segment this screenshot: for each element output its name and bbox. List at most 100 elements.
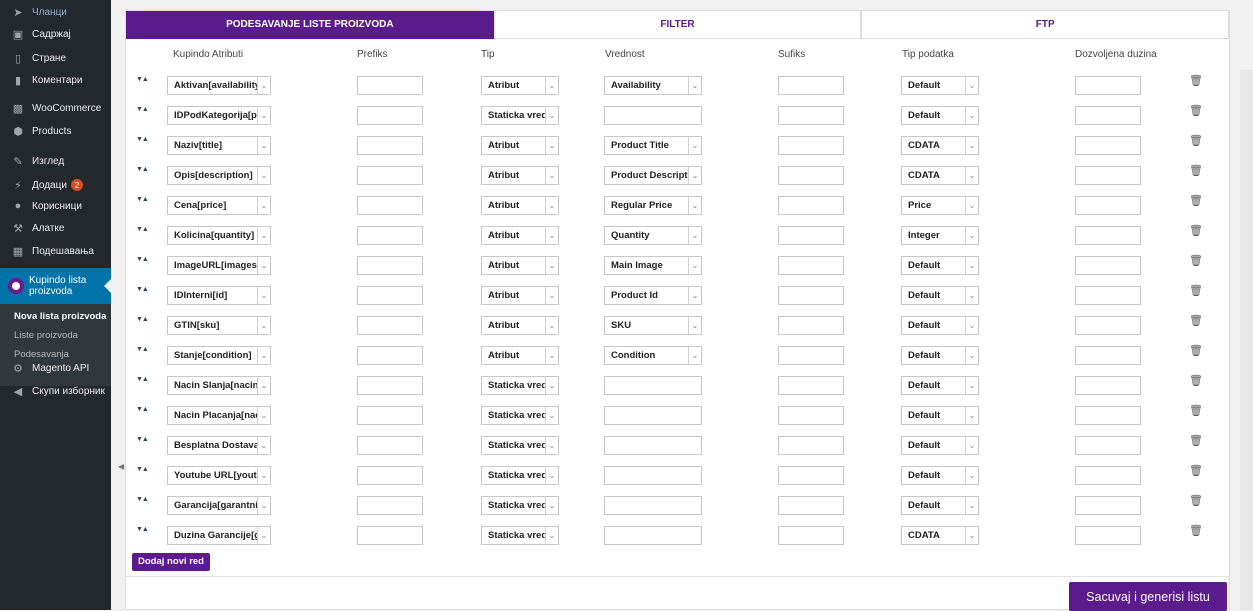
attribute-select[interactable]: Opis[description] ⌄ [167, 166, 271, 185]
reorder-arrows-icon[interactable]: ▼▲ [136, 316, 149, 323]
max-length-input[interactable] [1075, 316, 1141, 335]
prefix-input[interactable] [357, 526, 423, 545]
trash-icon[interactable]: 🗑 [1189, 254, 1203, 267]
max-length-input[interactable] [1075, 196, 1141, 215]
prefix-input[interactable] [357, 466, 423, 485]
prefix-input[interactable] [357, 346, 423, 365]
datatype-select[interactable]: Default ⌄ [901, 106, 979, 125]
type-select[interactable]: Staticka vrednost⌄ [481, 526, 559, 545]
attribute-select[interactable]: IDInterni[id] ⌄ [167, 286, 271, 305]
submenu-nova-lista[interactable]: Nova lista proizvoda [0, 307, 111, 326]
prefix-input[interactable] [357, 436, 423, 455]
datatype-select[interactable]: Default ⌄ [901, 376, 979, 395]
suffix-input[interactable] [778, 286, 844, 305]
trash-icon[interactable]: 🗑 [1189, 344, 1203, 357]
attribute-select[interactable]: Garancija[garantni ⌄ [167, 496, 271, 515]
type-select[interactable]: Atribut ⌄ [481, 346, 559, 365]
max-length-input[interactable] [1075, 496, 1141, 515]
reorder-arrows-icon[interactable]: ▼▲ [136, 436, 149, 443]
datatype-select[interactable]: Default ⌄ [901, 76, 979, 95]
suffix-input[interactable] [778, 76, 844, 95]
value-input[interactable] [604, 526, 702, 545]
trash-icon[interactable]: 🗑 [1189, 434, 1203, 447]
datatype-select[interactable]: Default ⌄ [901, 256, 979, 275]
type-select[interactable]: Atribut ⌄ [481, 286, 559, 305]
save-generate-button[interactable]: Sacuvaj i generisi listu [1069, 582, 1227, 611]
sidebar-item-user[interactable]: ● Корисници [0, 194, 121, 218]
suffix-input[interactable] [778, 376, 844, 395]
reorder-arrows-icon[interactable]: ▼▲ [136, 196, 149, 203]
datatype-select[interactable]: CDATA ⌄ [901, 166, 979, 185]
trash-icon[interactable]: 🗑 [1189, 134, 1203, 147]
sidebar-item-archive[interactable]: ⬢ Products [0, 119, 121, 143]
reorder-arrows-icon[interactable]: ▼▲ [136, 406, 149, 413]
max-length-input[interactable] [1075, 406, 1141, 425]
type-select[interactable]: Atribut ⌄ [481, 256, 559, 275]
type-select[interactable]: Staticka vrednost⌄ [481, 466, 559, 485]
trash-icon[interactable]: 🗑 [1189, 194, 1203, 207]
prefix-input[interactable] [357, 76, 423, 95]
sidebar-item-collapse[interactable]: ◀ Скупи изборник [0, 379, 121, 403]
max-length-input[interactable] [1075, 226, 1141, 245]
reorder-arrows-icon[interactable]: ▼▲ [136, 376, 149, 383]
submenu-liste-proizvoda[interactable]: Liste proizvoda [0, 326, 111, 345]
suffix-input[interactable] [778, 136, 844, 155]
attribute-select[interactable]: Youtube URL[yout ⌄ [167, 466, 271, 485]
max-length-input[interactable] [1075, 136, 1141, 155]
value-input[interactable] [604, 496, 702, 515]
sidebar-item-page[interactable]: ▯ Стране [0, 46, 121, 70]
value-select[interactable]: Quantity ⌄ [604, 226, 702, 245]
trash-icon[interactable]: 🗑 [1189, 374, 1203, 387]
suffix-input[interactable] [778, 316, 844, 335]
prefix-input[interactable] [357, 496, 423, 515]
datatype-select[interactable]: Default ⌄ [901, 286, 979, 305]
suffix-input[interactable] [778, 226, 844, 245]
reorder-arrows-icon[interactable]: ▼▲ [136, 106, 149, 113]
type-select[interactable]: Atribut ⌄ [481, 226, 559, 245]
reorder-arrows-icon[interactable]: ▼▲ [136, 226, 149, 233]
datatype-select[interactable]: Default ⌄ [901, 316, 979, 335]
value-select[interactable]: Main Image ⌄ [604, 256, 702, 275]
trash-icon[interactable]: 🗑 [1189, 314, 1203, 327]
max-length-input[interactable] [1075, 376, 1141, 395]
reorder-arrows-icon[interactable]: ▼▲ [136, 76, 149, 83]
prefix-input[interactable] [357, 286, 423, 305]
datatype-select[interactable]: Price ⌄ [901, 196, 979, 215]
sidebar-item-comment[interactable]: ▮ Коментари [0, 68, 121, 92]
max-length-input[interactable] [1075, 526, 1141, 545]
attribute-select[interactable]: Kolicina[quantity] ⌄ [167, 226, 271, 245]
prefix-input[interactable] [357, 226, 423, 245]
value-select[interactable]: Product Description ⌄ [604, 166, 702, 185]
reorder-arrows-icon[interactable]: ▼▲ [136, 496, 149, 503]
attribute-select[interactable]: GTIN[sku] ⌄ [167, 316, 271, 335]
attribute-select[interactable]: Duzina Garancije[g ⌄ [167, 526, 271, 545]
suffix-input[interactable] [778, 346, 844, 365]
sidebar-item-pin[interactable]: ➤ Чланци [0, 0, 121, 24]
sidebar-item-kupindo[interactable]: Kupindo lista proizvoda [0, 268, 111, 304]
attribute-select[interactable]: ImageURL[images ⌄ [167, 256, 271, 275]
attribute-select[interactable]: IDPodKategorija[p ⌄ [167, 106, 271, 125]
trash-icon[interactable]: 🗑 [1189, 224, 1203, 237]
reorder-arrows-icon[interactable]: ▼▲ [136, 286, 149, 293]
value-select[interactable]: Product Id ⌄ [604, 286, 702, 305]
trash-icon[interactable]: 🗑 [1189, 284, 1203, 297]
value-select[interactable]: Product Title ⌄ [604, 136, 702, 155]
suffix-input[interactable] [778, 166, 844, 185]
suffix-input[interactable] [778, 106, 844, 125]
trash-icon[interactable]: 🗑 [1189, 464, 1203, 477]
type-select[interactable]: Staticka vrednost⌄ [481, 436, 559, 455]
suffix-input[interactable] [778, 196, 844, 215]
sidebar-item-woo[interactable]: ▩ WooCommerce [0, 96, 121, 120]
prefix-input[interactable] [357, 106, 423, 125]
trash-icon[interactable]: 🗑 [1189, 494, 1203, 507]
sidebar-item-brush[interactable]: ✎ Изглед [0, 149, 121, 173]
value-select[interactable]: Regular Price ⌄ [604, 196, 702, 215]
value-select[interactable]: SKU ⌄ [604, 316, 702, 335]
type-select[interactable]: Staticka vrednost⌄ [481, 496, 559, 515]
value-input[interactable] [604, 436, 702, 455]
prefix-input[interactable] [357, 406, 423, 425]
add-row-button[interactable]: Dodaj novi red [132, 553, 210, 571]
type-select[interactable]: Atribut ⌄ [481, 136, 559, 155]
datatype-select[interactable]: Integer ⌄ [901, 226, 979, 245]
suffix-input[interactable] [778, 436, 844, 455]
